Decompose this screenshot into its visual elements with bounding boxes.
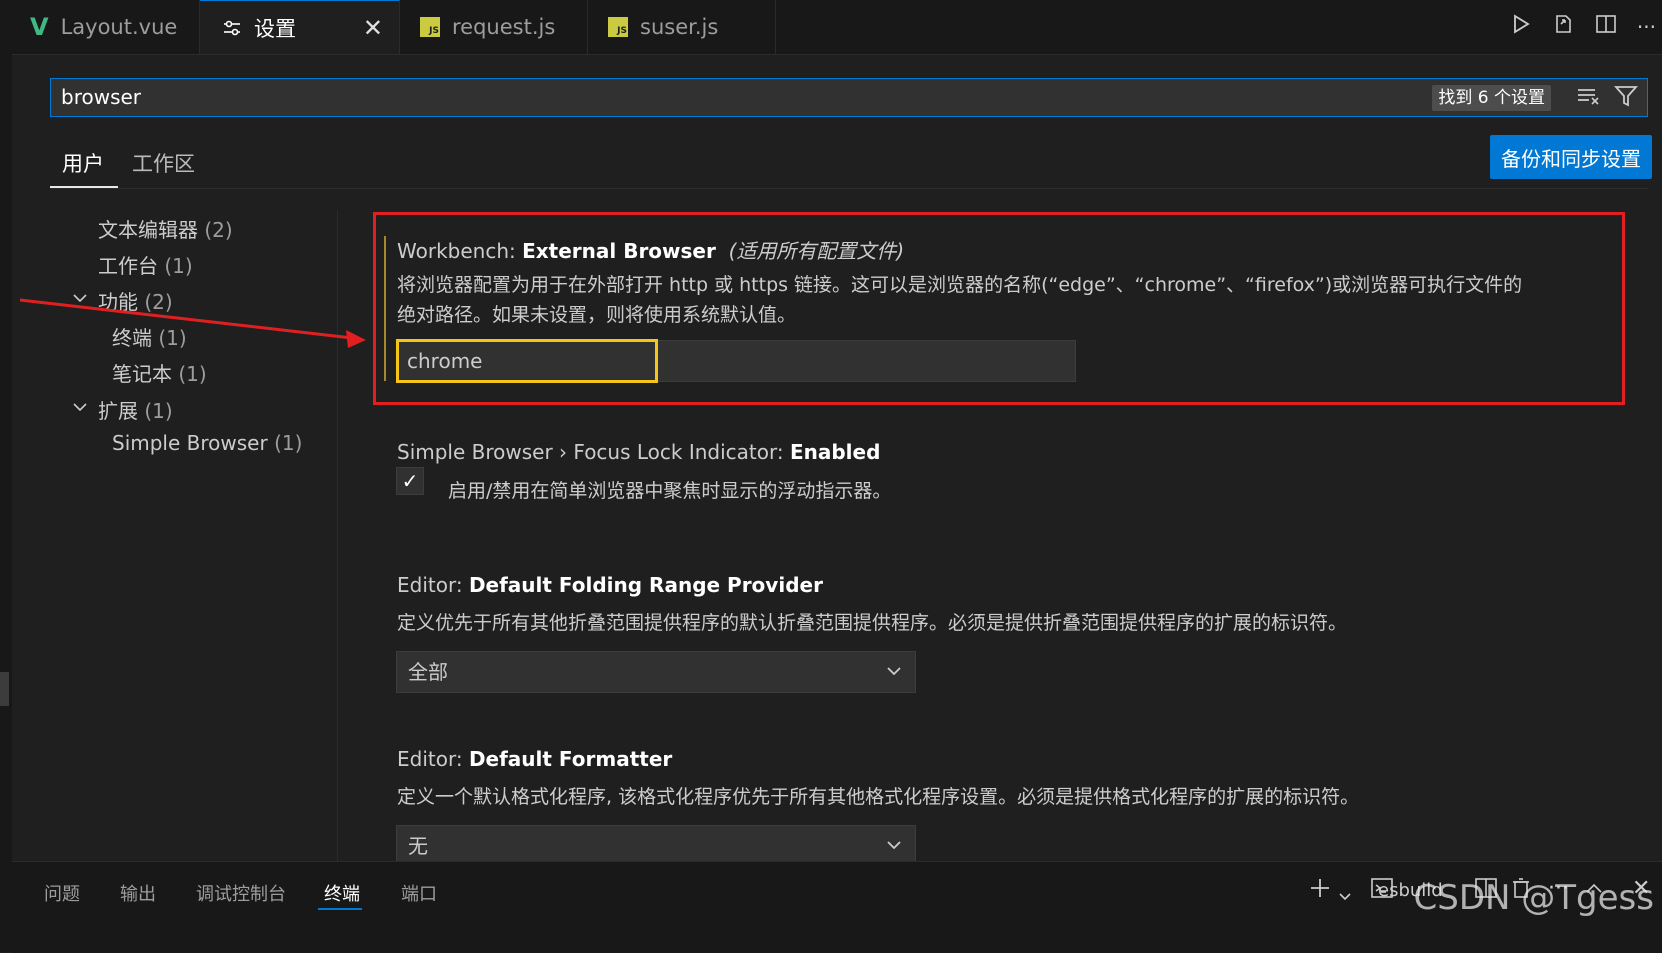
open-settings-json-icon[interactable] (1551, 12, 1575, 42)
tab-label: request.js (452, 15, 556, 39)
setting-name: Enabled (789, 440, 881, 464)
settings-icon (222, 19, 242, 37)
toc-count: (2) (204, 218, 233, 242)
tab-layout-vue[interactable]: V Layout.vue (12, 0, 200, 54)
panel-tab-debug-console[interactable]: 调试控制台 (196, 880, 286, 906)
setting-category: Editor: (397, 747, 469, 771)
setting-title-folding-provider: Editor: Default Folding Range Provider (397, 573, 823, 597)
panel-tab-problems[interactable]: 问题 (44, 880, 80, 906)
toc-count: (1) (158, 326, 187, 350)
panel-tab-terminal[interactable]: 终端 (324, 880, 360, 906)
toc-item-extensions[interactable]: 扩展 (1) (98, 395, 173, 424)
chevron-down-icon[interactable] (72, 398, 88, 417)
folding-provider-select[interactable]: 全部 (396, 651, 916, 693)
tab-label: suser.js (640, 15, 719, 39)
editor-actions: ··· (1511, 0, 1662, 54)
setting-name: Default Folding Range Provider (468, 573, 823, 597)
toc-label: 功能 (98, 290, 138, 314)
tab-workspace[interactable]: 工作区 (132, 148, 195, 178)
tab-settings[interactable]: 设置 ✕ (200, 0, 400, 54)
panel-tab-output[interactable]: 输出 (120, 880, 156, 906)
toc-item-terminal[interactable]: 终端 (1) (112, 322, 187, 351)
setting-title-focus-lock: Simple Browser › Focus Lock Indicator: E… (397, 440, 880, 464)
toc-item-simple-browser[interactable]: Simple Browser (1) (112, 431, 302, 455)
toc-item-notebook[interactable]: 笔记本 (1) (112, 358, 207, 387)
setting-title-default-formatter: Editor: Default Formatter (397, 747, 672, 771)
checkbox-label: 启用/禁用在简单浏览器中聚焦时显示的浮动指示器。 (448, 480, 892, 502)
vue-icon: V (30, 13, 49, 41)
tab-suser-js[interactable]: JS suser.js (588, 0, 776, 54)
toc-count: (1) (178, 362, 207, 386)
active-scope-underline (50, 186, 118, 188)
filter-icon[interactable] (1613, 83, 1639, 115)
toc-label: Simple Browser (112, 431, 268, 455)
toc-label: 工作台 (98, 254, 158, 278)
setting-category: Simple Browser › Focus Lock Indicator: (397, 440, 790, 464)
backup-sync-button[interactable]: 备份和同步设置 (1490, 135, 1652, 179)
chevron-down-icon (885, 836, 903, 858)
tab-label: Layout.vue (60, 15, 178, 39)
setting-name: Default Formatter (468, 747, 673, 771)
chevron-down-icon (885, 662, 903, 684)
focus-lock-checkbox[interactable]: ✓ (396, 467, 424, 495)
toc-count: (1) (274, 431, 303, 455)
editor-tab-bar: V Layout.vue 设置 ✕ JS request.js JS suser… (12, 0, 1662, 55)
activity-edge (0, 0, 12, 952)
watermark: CSDN @Tgess (1413, 878, 1654, 918)
toc-divider (337, 210, 338, 870)
chevron-down-icon[interactable] (72, 289, 88, 308)
split-editor-icon[interactable] (1595, 13, 1617, 41)
toc-item-workbench[interactable]: 工作台 (1) (98, 250, 193, 279)
js-icon: JS (420, 17, 440, 37)
highlight-setting-box (373, 212, 1625, 405)
new-terminal-icon[interactable] (1308, 876, 1332, 906)
toc-label: 扩展 (98, 399, 138, 423)
setting-description: 定义优先于所有其他折叠范围提供程序的默认折叠范围提供程序。必须是提供折叠范围提供… (397, 612, 1348, 634)
close-icon[interactable]: ✕ (363, 14, 383, 42)
tab-user[interactable]: 用户 (62, 148, 104, 178)
more-actions-icon[interactable]: ··· (1637, 15, 1656, 39)
toc-label: 笔记本 (112, 362, 172, 386)
toc-label: 终端 (112, 326, 152, 350)
toc-count: (1) (144, 399, 173, 423)
setting-description: 定义一个默认格式化程序, 该格式化程序优先于所有其他格式化程序设置。必须是提供格… (397, 786, 1360, 808)
toc-item-text-editor[interactable]: 文本编辑器 (2) (98, 214, 233, 243)
active-panel-tab-underline (318, 908, 362, 910)
select-value: 全部 (408, 660, 448, 684)
search-input[interactable]: browser (61, 79, 141, 116)
scope-divider (50, 188, 1648, 189)
setting-category: Editor: (397, 573, 469, 597)
search-result-count: 找到 6 个设置 (1432, 85, 1551, 111)
chevron-down-icon[interactable] (1338, 884, 1352, 909)
toc-label: 文本编辑器 (98, 218, 198, 242)
tab-label: 设置 (254, 16, 296, 41)
toc-count: (1) (164, 254, 193, 278)
tab-request-js[interactable]: JS request.js (400, 0, 588, 54)
toc-item-features[interactable]: 功能 (2) (98, 286, 173, 315)
settings-search[interactable]: browser 找到 6 个设置 (50, 78, 1648, 117)
check-icon: ✓ (401, 469, 419, 493)
js-icon: JS (608, 17, 628, 37)
toc-count: (2) (144, 290, 173, 314)
scroll-indicator[interactable] (0, 672, 9, 706)
panel-tab-ports[interactable]: 端口 (401, 880, 437, 906)
run-icon[interactable] (1511, 13, 1531, 41)
select-value: 无 (408, 834, 428, 858)
clear-filter-icon[interactable] (1575, 83, 1601, 115)
